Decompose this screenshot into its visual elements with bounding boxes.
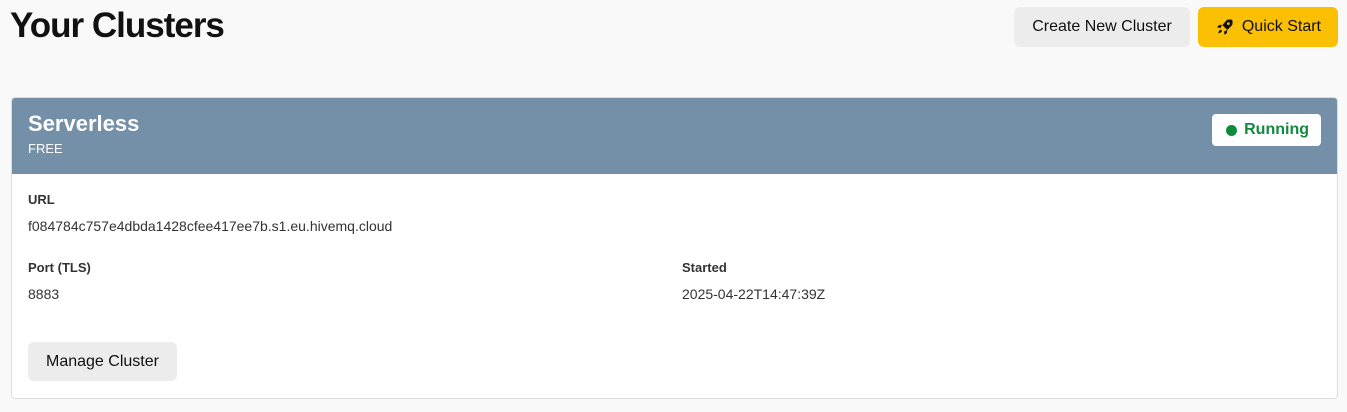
status-text: Running [1244, 121, 1309, 138]
port-label: Port (TLS) [28, 260, 91, 275]
cluster-name: Serverless [28, 111, 140, 136]
cluster-plan: FREE [28, 141, 63, 156]
header-actions: Create New Cluster Quick Start [1014, 7, 1338, 47]
quick-start-label: Quick Start [1241, 18, 1321, 35]
manage-cluster-button[interactable]: Manage Cluster [28, 342, 177, 381]
create-new-cluster-button[interactable]: Create New Cluster [1014, 7, 1190, 47]
url-value: f084784c757e4dbda1428cfee417ee7b.s1.eu.h… [28, 218, 393, 234]
page-title: Your Clusters [10, 6, 225, 45]
url-label: URL [28, 192, 55, 207]
cluster-card: Serverless FREE Running URL f084784c757e… [11, 97, 1338, 399]
port-value: 8883 [28, 286, 60, 302]
quick-start-button[interactable]: Quick Start [1197, 7, 1338, 47]
cluster-card-body: URL f084784c757e4dbda1428cfee417ee7b.s1.… [12, 174, 1337, 398]
rocket-icon [1216, 18, 1234, 36]
status-badge: Running [1212, 114, 1321, 146]
started-value: 2025-04-22T14:47:39Z [682, 286, 826, 302]
status-dot-icon [1226, 124, 1238, 136]
started-label: Started [682, 260, 727, 275]
clusters-page: Your Clusters Create New Cluster Quick S… [0, 0, 1347, 412]
cluster-card-header: Serverless FREE Running [12, 98, 1337, 174]
